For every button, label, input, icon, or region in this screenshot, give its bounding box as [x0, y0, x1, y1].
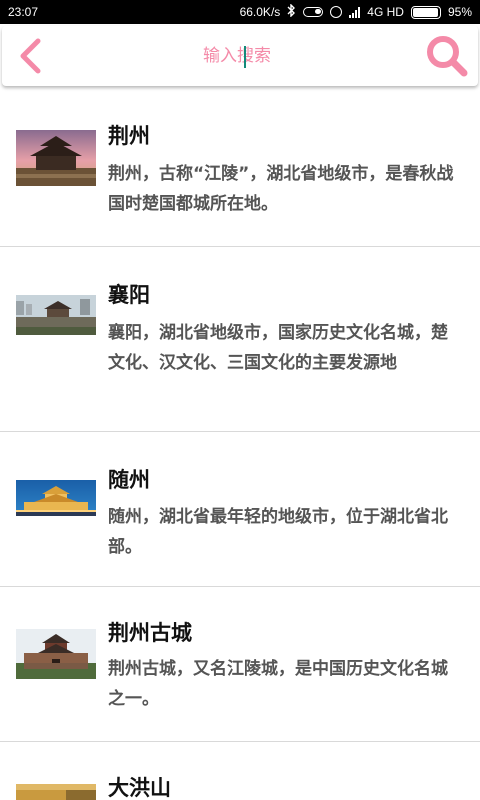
toggle-icon [303, 7, 324, 17]
item-title: 大洪山 [108, 776, 171, 800]
item-description: 襄阳，湖北省地级市，国家历史文化名城，楚文化、汉文化、三国文化的主要发源地 [108, 323, 448, 373]
network-speed: 66.0K/s [239, 5, 281, 19]
list-item[interactable]: 荆州古城 荆州古城，又名江陵城，是中国历史文化名城之一。 [0, 587, 480, 742]
network-type: 4G HD [367, 5, 404, 19]
list-item[interactable]: 大洪山 [0, 742, 480, 800]
item-description: 随州，湖北省最年轻的地级市，位于湖北省北部。 [108, 507, 448, 557]
search-input[interactable] [58, 46, 416, 66]
item-title: 随州 [108, 468, 150, 492]
item-title: 荆州古城 [108, 621, 192, 645]
signal-icon [349, 6, 361, 18]
jingzhou-ancient-city-photo [16, 629, 96, 679]
search-box[interactable] [58, 26, 416, 86]
bluetooth-icon [287, 3, 296, 20]
search-button[interactable] [416, 26, 478, 86]
battery-percent: 95% [447, 5, 472, 19]
suizhou-night-building-photo [16, 480, 96, 516]
item-description: 荆州古城，又名江陵城，是中国历史文化名城之一。 [108, 659, 448, 709]
item-title: 荆州 [108, 124, 150, 148]
list-item[interactable]: 襄阳 襄阳，湖北省地级市，国家历史文化名城，楚文化、汉文化、三国文化的主要发源地 [0, 247, 480, 432]
item-description: 荆州，古称“江陵”，湖北省地级市，是春秋战国时楚国都城所在地。 [108, 164, 454, 214]
search-icon [427, 36, 468, 77]
status-bar: 23:07 66.0K/s 4G HD 95% [0, 0, 480, 24]
battery-icon [410, 5, 441, 19]
search-header [2, 26, 478, 86]
city-list: 荆州 荆州，古称“江陵”，湖北省地级市，是春秋战国时楚国都城所在地。 襄阳 襄阳… [0, 92, 480, 800]
text-cursor [244, 46, 246, 68]
dahongshan-photo [16, 784, 96, 800]
list-item[interactable]: 随州 随州，湖北省最年轻的地级市，位于湖北省北部。 [0, 432, 480, 587]
item-title: 襄阳 [108, 283, 150, 307]
status-time: 23:07 [8, 5, 39, 19]
back-button[interactable] [2, 26, 58, 86]
chevron-left-icon [20, 38, 41, 74]
battery-fill [412, 7, 438, 17]
list-item[interactable]: 荆州 荆州，古称“江陵”，湖北省地级市，是春秋战国时楚国都城所在地。 [0, 92, 480, 247]
alarm-icon [330, 6, 343, 18]
jingzhou-city-gate-photo [16, 130, 96, 186]
xiangyang-city-wall-photo [16, 295, 96, 335]
status-icons: 66.0K/s 4G HD 95% [239, 3, 472, 20]
